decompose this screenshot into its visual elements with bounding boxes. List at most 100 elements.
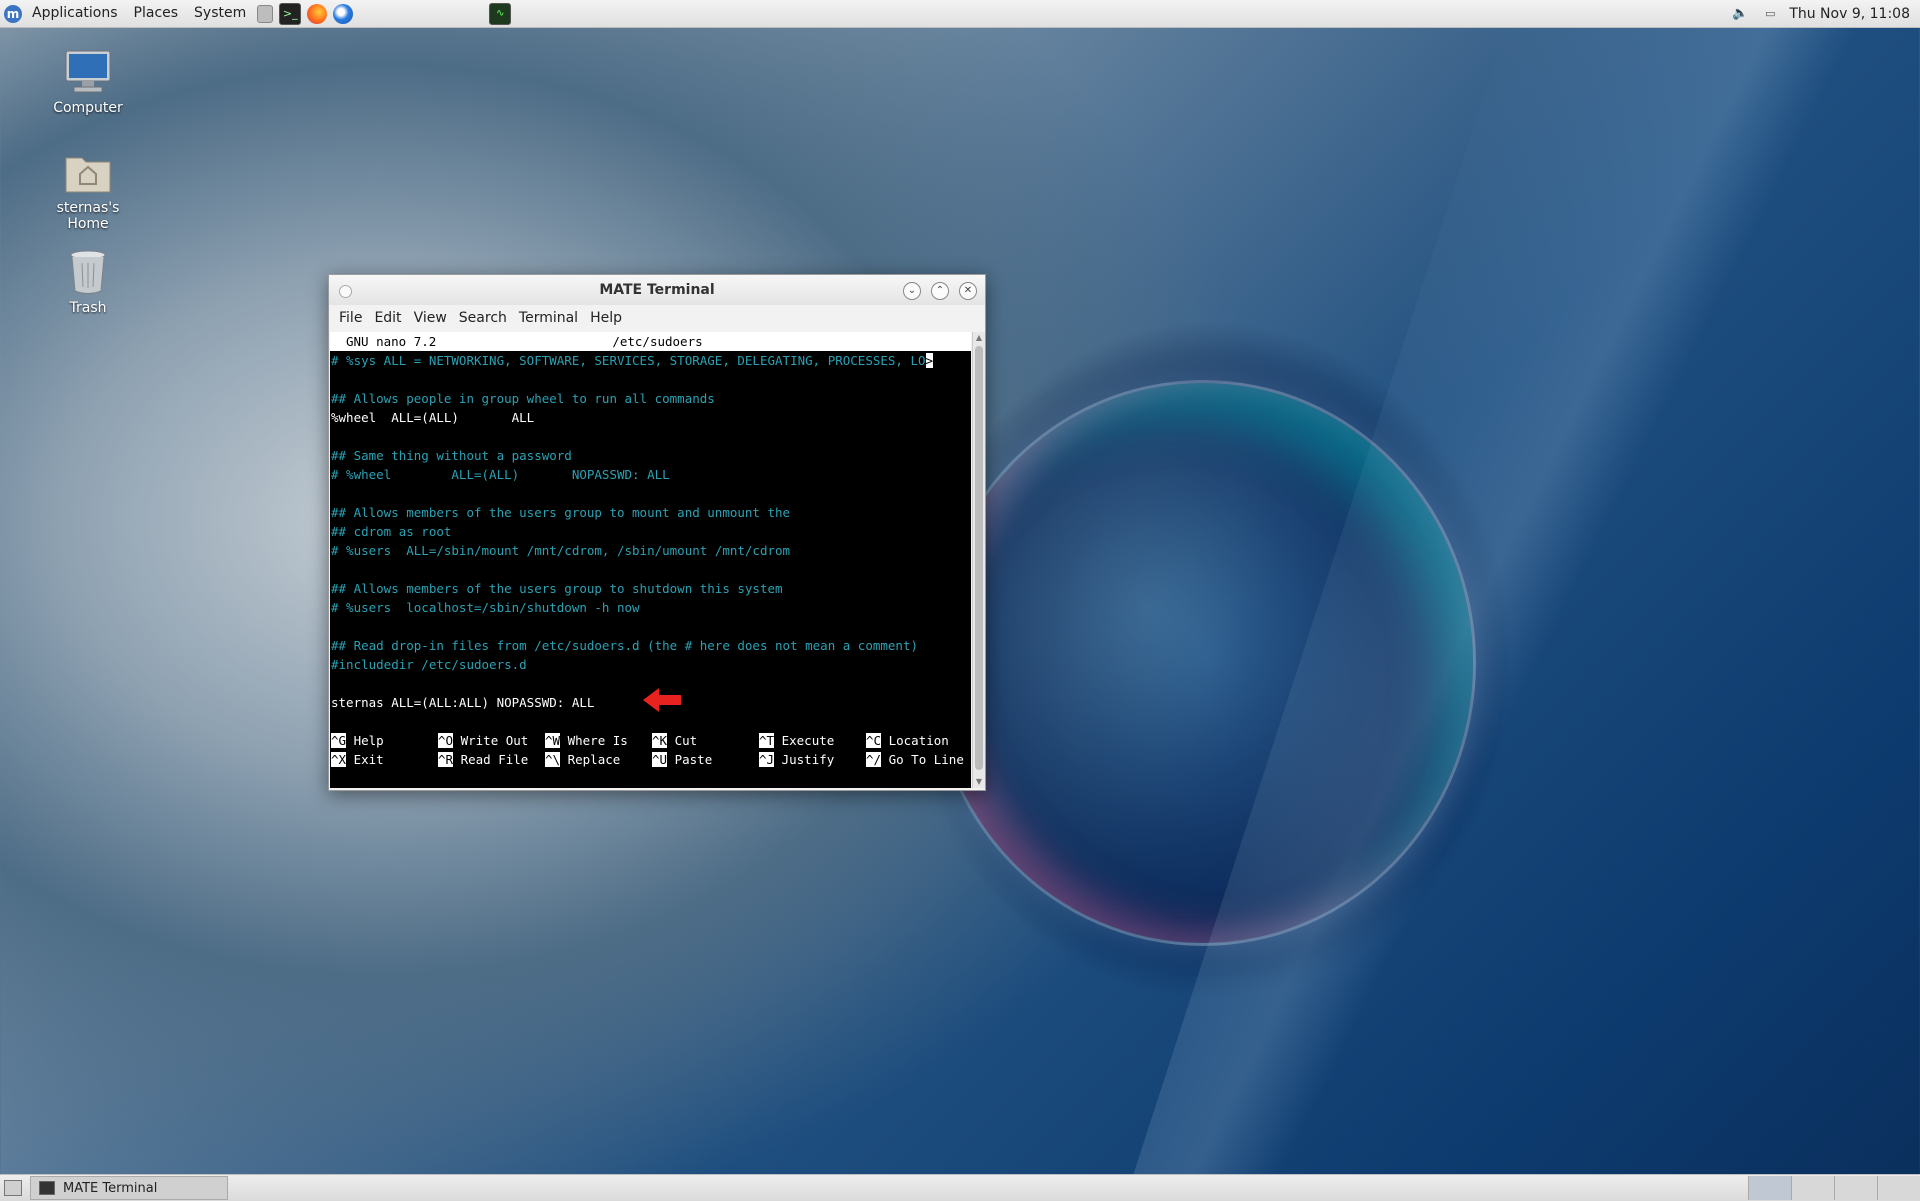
nano-shortcuts-row: ^X Exit ^R Read File ^\ Replace ^U Paste ^J … [330, 750, 971, 769]
window-titlebar[interactable]: MATE Terminal ⌄ ⌃ ✕ [329, 275, 985, 305]
mate-logo-icon[interactable]: m [4, 4, 22, 23]
shortcut-key: ^T [759, 733, 775, 748]
menu-terminal[interactable]: Terminal [513, 310, 584, 326]
desktop-icon-label: sternas's Home [56, 200, 120, 232]
shortcut-label: Justify [774, 752, 835, 767]
nano-shortcuts-row: ^G Help ^O Write Out ^W Where Is ^K Cut ^T E… [330, 731, 971, 750]
menu-search[interactable]: Search [453, 310, 513, 326]
editor-line: # %users localhost=/sbin/shutdown -h now [331, 600, 640, 615]
shortcut-key: ^W [545, 733, 561, 748]
terminal-screen[interactable]: GNU nano 7.2/etc/sudoers # %sys ALL = NE… [330, 332, 971, 788]
minimize-icon[interactable]: ⌄ [903, 282, 921, 300]
desktop-icon-home[interactable]: sternas's Home [38, 148, 138, 232]
nano-shortcut: ^G Help [331, 731, 438, 750]
shortcut-key: ^K [652, 733, 668, 748]
workspace-1[interactable] [1748, 1176, 1791, 1200]
shortcut-label: Location [881, 733, 949, 748]
bottom-panel: MATE Terminal [0, 1174, 1920, 1201]
desktop-icon-label: Trash [69, 300, 107, 316]
nano-shortcut: ^U Paste [652, 750, 759, 769]
shortcut-key: ^X [331, 752, 347, 767]
clock[interactable]: Thu Nov 9, 11:08 [1785, 6, 1920, 22]
editor-line: ## Allows people in group wheel to run a… [331, 391, 715, 406]
wallpaper-streak [1125, 0, 1895, 1200]
nano-shortcut: ^W Where Is [545, 731, 652, 750]
shortcut-key: ^J [759, 752, 775, 767]
terminal-scrollbar[interactable]: ▲ ▼ [972, 332, 985, 788]
red-arrow-annotation-icon [643, 688, 681, 712]
shortcut-label: Go To Line [881, 752, 964, 767]
nano-shortcut: ^T Execute [759, 731, 866, 750]
scroll-down-icon[interactable]: ▼ [973, 776, 985, 788]
network-icon[interactable]: ▭ [1761, 5, 1779, 23]
show-desktop-icon[interactable] [4, 1180, 22, 1196]
nano-shortcut: ^K Cut [652, 731, 759, 750]
editor-line: ## Same thing without a password [331, 448, 572, 463]
menu-edit[interactable]: Edit [368, 310, 407, 326]
nano-editor-body[interactable]: # %sys ALL = NETWORKING, SOFTWARE, SERVI… [330, 351, 971, 712]
nano-shortcut: ^R Read File [438, 750, 545, 769]
shortcut-key: ^C [866, 733, 882, 748]
editor-line: ## cdrom as root [331, 524, 452, 539]
workspace-3[interactable] [1834, 1176, 1877, 1200]
scroll-up-icon[interactable]: ▲ [973, 332, 985, 344]
computer-icon [64, 48, 112, 96]
file-manager-icon[interactable] [257, 4, 274, 23]
terminal-icon [39, 1181, 55, 1195]
shortcut-label: Help [346, 733, 384, 748]
trash-icon [64, 248, 112, 296]
volume-icon[interactable]: 🔈 [1731, 5, 1749, 23]
menu-applications[interactable]: Applications [24, 0, 126, 27]
taskbar-item-terminal[interactable]: MATE Terminal [30, 1176, 228, 1200]
nano-version: GNU nano 7.2 [346, 334, 437, 349]
shortcut-label: Paste [667, 752, 713, 767]
nano-shortcut: ^C Location [866, 731, 971, 750]
taskbar-item-label: MATE Terminal [63, 1180, 158, 1196]
terminal-icon[interactable]: >_ [279, 2, 302, 25]
scrollbar-thumb[interactable] [975, 346, 983, 770]
line-overflow-marker-icon: > [925, 353, 934, 368]
shortcut-label: Write Out [453, 733, 529, 748]
editor-line: #includedir /etc/sudoers.d [331, 657, 527, 672]
editor-line: ## Read drop-in files from /etc/sudoers.… [331, 638, 918, 653]
nano-filename: /etc/sudoers [612, 334, 703, 349]
window-menubar: File Edit View Search Terminal Help [329, 305, 985, 331]
home-folder-icon [64, 148, 112, 196]
editor-line: %wheel ALL=(ALL) ALL [331, 410, 535, 425]
shortcut-key: ^O [438, 733, 454, 748]
editor-line: ## Allows members of the users group to … [331, 505, 791, 520]
shortcut-label: Read File [453, 752, 529, 767]
menu-file[interactable]: File [333, 310, 368, 326]
shortcut-label: Replace [560, 752, 621, 767]
close-icon[interactable]: ✕ [959, 282, 977, 300]
nano-shortcut: ^X Exit [331, 750, 438, 769]
workspace-switcher [1748, 1176, 1920, 1200]
shortcut-key: ^/ [866, 752, 882, 767]
desktop-icon-trash[interactable]: Trash [38, 248, 138, 316]
shortcut-key: ^\ [545, 752, 561, 767]
window-title: MATE Terminal [599, 282, 715, 298]
menu-places[interactable]: Places [126, 0, 187, 27]
menu-system[interactable]: System [186, 0, 254, 27]
editor-line: ## Allows members of the users group to … [331, 581, 783, 596]
wallpaper-bubble [930, 380, 1476, 946]
workspace-4[interactable] [1877, 1176, 1920, 1200]
editor-line: # %wheel ALL=(ALL) NOPASSWD: ALL [331, 467, 670, 482]
thunderbird-icon[interactable] [333, 3, 354, 24]
firefox-icon[interactable] [307, 3, 328, 24]
system-monitor-icon[interactable]: ∿ [489, 2, 512, 25]
nano-header: GNU nano 7.2/etc/sudoers [330, 332, 971, 351]
workspace-2[interactable] [1791, 1176, 1834, 1200]
shortcut-key: ^G [331, 733, 347, 748]
desktop-icon-computer[interactable]: Computer [38, 48, 138, 116]
menu-help[interactable]: Help [584, 310, 628, 326]
shortcut-label: Exit [346, 752, 384, 767]
nano-shortcut: ^J Justify [759, 750, 866, 769]
menu-view[interactable]: View [408, 310, 453, 326]
maximize-icon[interactable]: ⌃ [931, 282, 949, 300]
editor-line: # %sys ALL = NETWORKING, SOFTWARE, SERVI… [331, 353, 934, 368]
shortcut-key: ^U [652, 752, 668, 767]
